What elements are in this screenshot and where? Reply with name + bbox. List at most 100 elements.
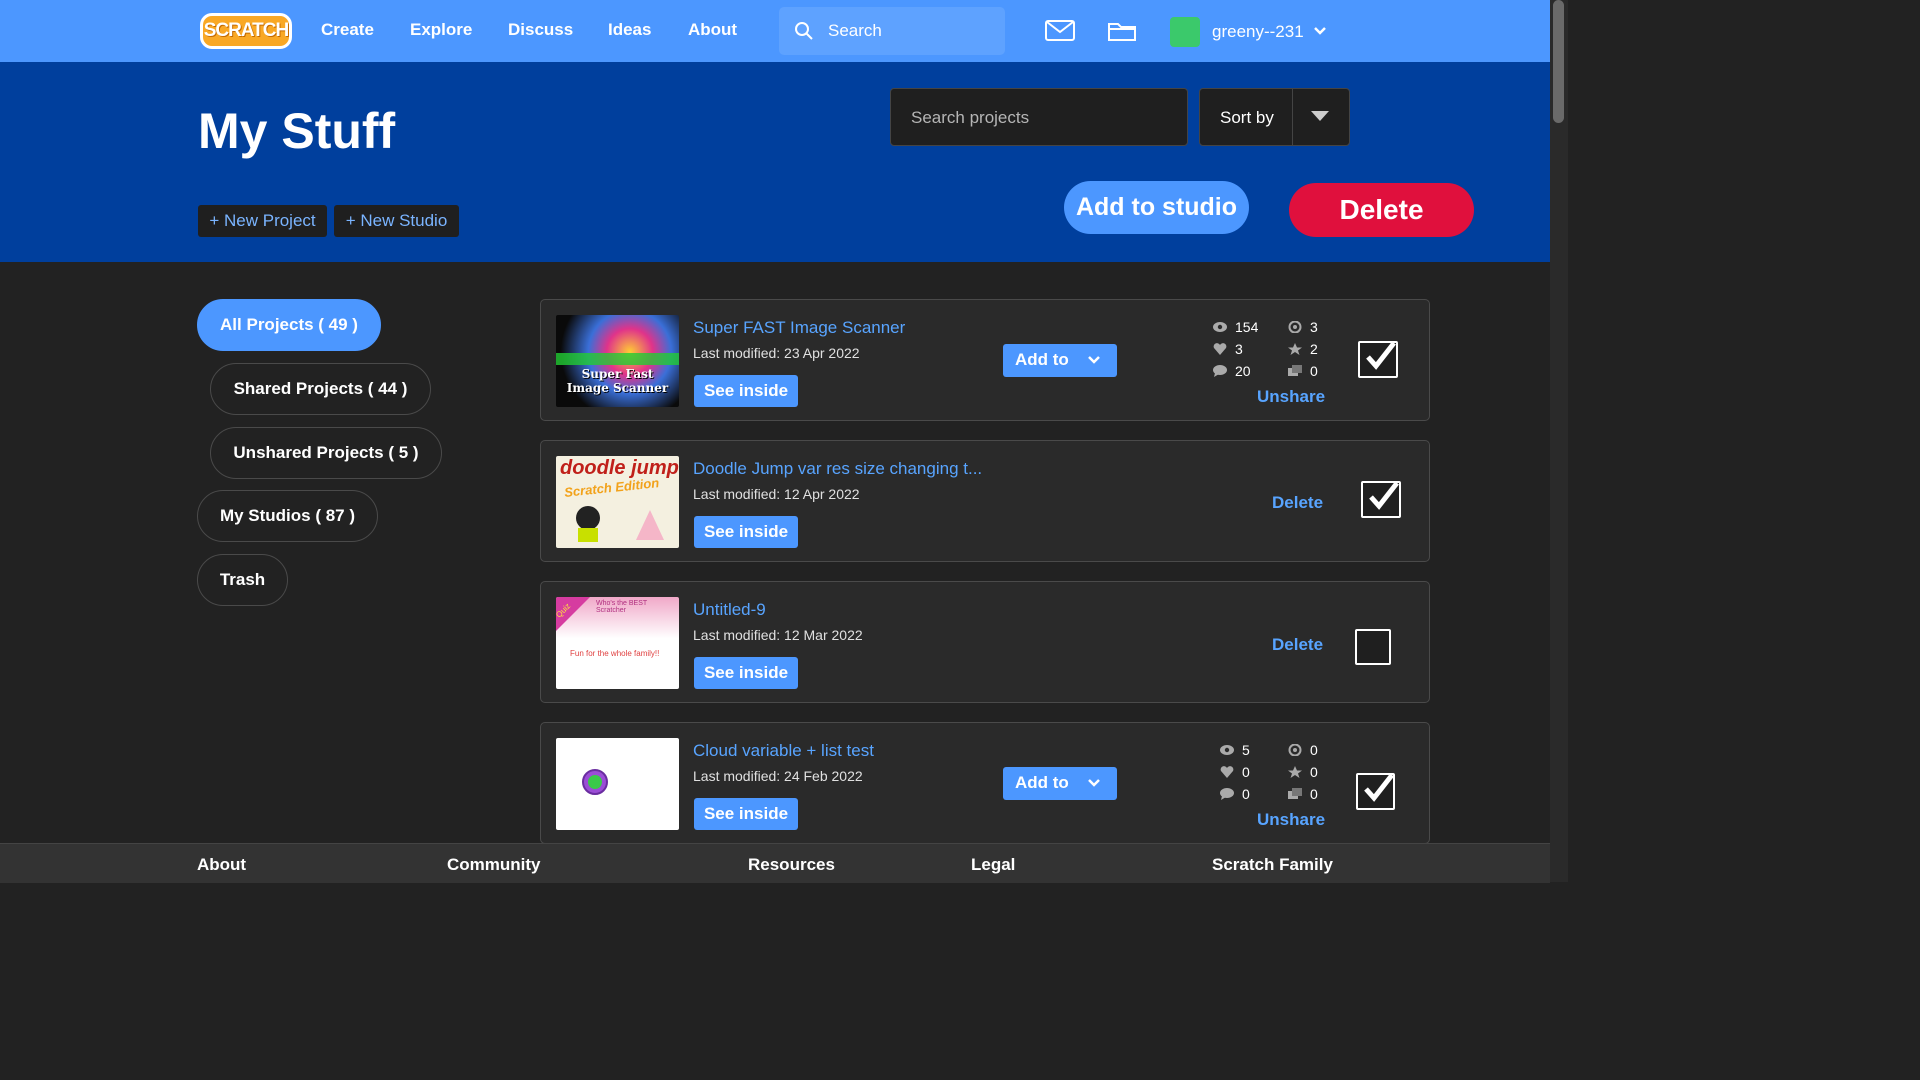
sidebar-item-unshared-projects[interactable]: Unshared Projects ( 5 )	[210, 427, 442, 479]
nav-create[interactable]: Create	[321, 20, 374, 40]
views-stat: 154	[1213, 319, 1258, 335]
see-inside-button[interactable]: See inside	[694, 657, 798, 689]
page-title: My Stuff	[198, 103, 396, 159]
sidebar-item-trash[interactable]: Trash	[197, 554, 288, 606]
project-title[interactable]: Super FAST Image Scanner	[693, 318, 905, 338]
nav-about[interactable]: About	[688, 20, 737, 40]
add-to-label: Add to	[1015, 773, 1069, 792]
checkmark-icon	[1364, 773, 1394, 802]
comment-icon	[1220, 788, 1234, 800]
add-to-label: Add to	[1015, 350, 1069, 369]
project-card: Super Fast Image Scanner Super FAST Imag…	[540, 299, 1430, 421]
remix-icon	[1288, 321, 1302, 333]
add-to-dropdown[interactable]: Add to	[1003, 344, 1117, 377]
thumbnail-beam	[636, 510, 664, 540]
project-thumbnail[interactable]	[556, 738, 679, 830]
username[interactable]: greeny--231	[1212, 22, 1304, 42]
chevron-down-icon[interactable]	[1313, 26, 1327, 36]
nav-discuss[interactable]: Discuss	[508, 20, 573, 40]
last-modified: Last modified: 24 Feb 2022	[693, 768, 863, 784]
checkmark-icon	[1366, 341, 1396, 370]
project-thumbnail[interactable]: Quiz Who's the BEST Scratcher Fun for th…	[556, 597, 679, 689]
new-studio-button[interactable]: + New Studio	[334, 205, 459, 237]
comments-stat: 0	[1220, 786, 1250, 802]
my-stuff-folder-icon[interactable]	[1107, 19, 1137, 43]
page-scrollbar[interactable]	[1550, 0, 1568, 882]
remixes-stat: 3	[1288, 319, 1318, 335]
project-checkbox[interactable]	[1361, 481, 1401, 518]
checkmark-icon	[1369, 481, 1399, 510]
thumbnail-text: Fun for the whole family!!	[570, 649, 660, 658]
project-title[interactable]: Untitled-9	[693, 600, 766, 620]
footer: About Community Resources Legal Scratch …	[0, 843, 1550, 883]
add-to-dropdown[interactable]: Add to	[1003, 767, 1117, 800]
delete-link[interactable]: Delete	[1272, 635, 1323, 655]
footer-about[interactable]: About	[197, 855, 246, 875]
scrollbar-thumb[interactable]	[1553, 0, 1564, 123]
footer-scratch-family[interactable]: Scratch Family	[1212, 855, 1333, 875]
project-checkbox[interactable]	[1355, 629, 1391, 665]
sort-by-select[interactable]: Sort by	[1199, 88, 1350, 146]
nav-ideas[interactable]: Ideas	[608, 20, 651, 40]
unshare-link[interactable]: Unshare	[1257, 387, 1325, 407]
footer-legal[interactable]: Legal	[971, 855, 1015, 875]
eye-icon	[1220, 745, 1234, 755]
last-modified: Last modified: 12 Mar 2022	[693, 627, 863, 643]
top-navbar: SCRATCH Create Explore Discuss Ideas Abo…	[0, 0, 1550, 62]
studio-icon	[1288, 365, 1302, 376]
remixes-stat: 0	[1288, 742, 1318, 758]
sidebar-item-my-studios[interactable]: My Studios ( 87 )	[197, 490, 378, 542]
sidebar-item-all-projects[interactable]: All Projects ( 49 )	[197, 299, 381, 351]
project-card: Cloud variable + list test Last modified…	[540, 722, 1430, 844]
sort-by-label: Sort by	[1220, 108, 1274, 127]
project-thumbnail[interactable]: doodle jump Scratch Edition	[556, 456, 679, 548]
search-input[interactable]: Search	[779, 7, 1005, 55]
search-icon	[795, 22, 813, 40]
chevron-down-icon	[1088, 356, 1100, 364]
thumbnail-stripe	[556, 353, 679, 365]
comment-icon	[1213, 365, 1227, 377]
last-modified: Last modified: 23 Apr 2022	[693, 345, 860, 361]
add-to-studio-button[interactable]: Add to studio	[1064, 181, 1249, 234]
studios-stat: 0	[1288, 786, 1318, 802]
project-thumbnail[interactable]: Super Fast Image Scanner	[556, 315, 679, 407]
footer-community[interactable]: Community	[447, 855, 541, 875]
thumbnail-text: Super Fast Image Scanner	[566, 367, 669, 395]
thumbnail-inner-circle	[588, 775, 602, 789]
eye-icon	[1213, 322, 1227, 332]
nav-explore[interactable]: Explore	[410, 20, 472, 40]
search-placeholder: Search	[828, 21, 882, 40]
messages-icon[interactable]	[1045, 19, 1075, 43]
loves-stat: 0	[1220, 764, 1250, 780]
project-title[interactable]: Doodle Jump var res size changing t...	[693, 459, 982, 479]
thumbnail-top-text: Who's the BEST Scratcher	[596, 600, 648, 614]
chevron-down-icon	[1088, 779, 1100, 787]
project-title[interactable]: Cloud variable + list test	[693, 741, 874, 761]
new-project-button[interactable]: + New Project	[198, 205, 327, 237]
project-checkbox[interactable]	[1356, 773, 1395, 810]
sort-divider	[1292, 89, 1293, 145]
last-modified: Last modified: 12 Apr 2022	[693, 486, 860, 502]
see-inside-button[interactable]: See inside	[694, 516, 798, 548]
see-inside-button[interactable]: See inside	[694, 798, 798, 830]
project-card: Quiz Who's the BEST Scratcher Fun for th…	[540, 581, 1430, 703]
views-stat: 5	[1220, 742, 1250, 758]
footer-resources[interactable]: Resources	[748, 855, 835, 875]
project-checkbox[interactable]	[1358, 341, 1398, 378]
avatar[interactable]	[1170, 17, 1200, 47]
unshare-link[interactable]: Unshare	[1257, 810, 1325, 830]
studios-stat: 0	[1288, 363, 1318, 379]
star-icon	[1288, 766, 1302, 778]
heart-icon	[1220, 766, 1234, 778]
loves-stat: 3	[1213, 341, 1243, 357]
project-card: doodle jump Scratch Edition Doodle Jump …	[540, 440, 1430, 562]
delete-button[interactable]: Delete	[1289, 183, 1474, 237]
sidebar-item-shared-projects[interactable]: Shared Projects ( 44 )	[210, 363, 431, 415]
favorites-stat: 0	[1288, 764, 1318, 780]
favorites-stat: 2	[1288, 341, 1318, 357]
see-inside-button[interactable]: See inside	[694, 375, 798, 407]
thumbnail-character	[576, 506, 600, 530]
search-projects-input[interactable]: Search projects	[890, 88, 1188, 146]
delete-link[interactable]: Delete	[1272, 493, 1323, 513]
scratch-logo[interactable]: SCRATCH	[200, 13, 292, 49]
